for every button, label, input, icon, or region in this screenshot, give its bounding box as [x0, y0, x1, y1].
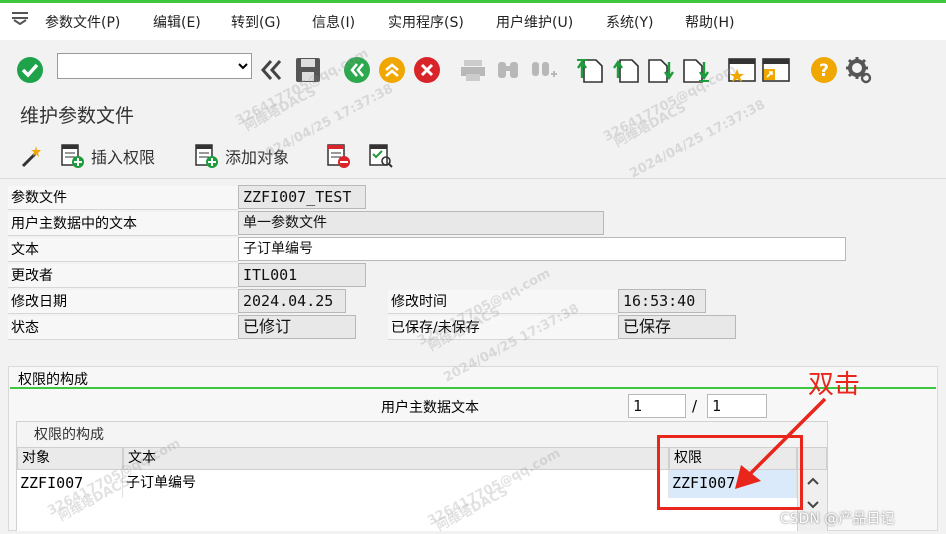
title-bar: 维护参数文件 — [0, 96, 946, 133]
table-row-object[interactable]: ZZFI007 — [17, 470, 123, 498]
settings-icon[interactable] — [845, 56, 873, 84]
section-divider — [10, 387, 936, 389]
changed-by-label: 更改者 — [8, 264, 238, 288]
application-toolbar: 插入权限 添加对象 — [0, 132, 946, 179]
exit-icon[interactable] — [378, 56, 406, 84]
menu-system[interactable]: 系统(Y) — [606, 12, 653, 32]
menu-utilities[interactable]: 实用程序(S) — [388, 12, 464, 32]
profile-label: 参数文件 — [8, 186, 238, 210]
changed-date-field[interactable]: 2024.04.25 — [238, 289, 346, 313]
insert-authorization-button[interactable]: 插入权限 — [91, 144, 155, 168]
changed-time-label: 修改时间 — [388, 290, 618, 314]
menu-goto[interactable]: 转到(G) — [231, 12, 281, 32]
back-nav-icon[interactable] — [258, 56, 284, 84]
command-field-select[interactable] — [58, 54, 251, 78]
status-field[interactable]: 已修订 — [238, 315, 356, 339]
menu-icon[interactable] — [12, 11, 30, 26]
profile-field[interactable]: ZZFI007_TEST — [238, 185, 366, 209]
save-icon[interactable] — [294, 56, 322, 84]
cancel-icon[interactable] — [413, 56, 441, 84]
changed-time-field[interactable]: 16:53:40 — [618, 289, 706, 313]
insert-authorization-icon[interactable] — [61, 143, 85, 169]
next-page-icon[interactable] — [647, 56, 675, 84]
menu-user-maintenance[interactable]: 用户维护(U) — [496, 12, 573, 32]
csdn-watermark: CSDN @产品日记 — [780, 511, 895, 527]
master-text-label: 用户主数据中的文本 — [8, 212, 238, 236]
first-page-icon[interactable] — [576, 56, 604, 84]
text-field[interactable]: 子订单编号 — [238, 237, 846, 261]
back-icon[interactable] — [343, 56, 371, 84]
annotation-arrow-icon — [735, 397, 827, 489]
previous-page-icon[interactable] — [612, 56, 640, 84]
new-session-icon[interactable] — [728, 56, 756, 84]
svg-text:?: ? — [819, 61, 829, 81]
annotation-label: 双击 — [808, 370, 861, 400]
text-label: 文本 — [8, 238, 238, 262]
delete-icon[interactable] — [327, 143, 351, 169]
changed-by-field[interactable]: ITL001 — [238, 263, 366, 287]
menu-info[interactable]: 信息(I) — [312, 12, 355, 32]
column-header-text[interactable]: 文本 — [123, 447, 669, 470]
enter-icon[interactable] — [16, 56, 44, 84]
magic-wand-icon[interactable] — [20, 144, 44, 168]
table-row-text[interactable]: 子订单编号 — [123, 470, 669, 498]
add-object-button[interactable]: 添加对象 — [225, 144, 289, 168]
menu-edit[interactable]: 编辑(E) — [153, 12, 201, 32]
add-object-icon[interactable] — [195, 143, 219, 169]
page-separator: / — [692, 397, 698, 415]
saved-field[interactable]: 已保存 — [618, 315, 736, 339]
menu-profile[interactable]: 参数文件(P) — [45, 12, 120, 32]
page-title: 维护参数文件 — [20, 105, 135, 127]
changed-date-label: 修改日期 — [8, 290, 238, 314]
page-current-field[interactable]: 1 — [628, 394, 686, 418]
menu-help[interactable]: 帮助(H) — [685, 12, 734, 32]
status-label: 状态 — [8, 316, 238, 340]
check-document-icon[interactable] — [369, 143, 393, 169]
saved-label: 已保存/未保存 — [388, 316, 618, 340]
find-icon[interactable] — [494, 56, 522, 84]
last-page-icon[interactable] — [682, 56, 710, 84]
command-field[interactable] — [57, 53, 252, 79]
help-icon[interactable]: ? — [810, 56, 838, 84]
find-next-icon[interactable] — [530, 56, 558, 84]
composition-section-title: 权限的构成 — [18, 372, 88, 388]
scroll-down-icon[interactable] — [807, 498, 819, 509]
table-title: 权限的构成 — [34, 427, 104, 443]
shortcut-icon[interactable] — [762, 56, 790, 84]
print-icon[interactable] — [459, 56, 487, 84]
master-data-text-label: 用户主数据文本 — [381, 400, 479, 416]
menu-bar: 参数文件(P) 编辑(E) 转到(G) 信息(I) 实用程序(S) 用户维护(U… — [0, 0, 946, 40]
column-header-object[interactable]: 对象 — [17, 447, 123, 470]
master-text-field[interactable]: 单一参数文件 — [238, 211, 604, 235]
